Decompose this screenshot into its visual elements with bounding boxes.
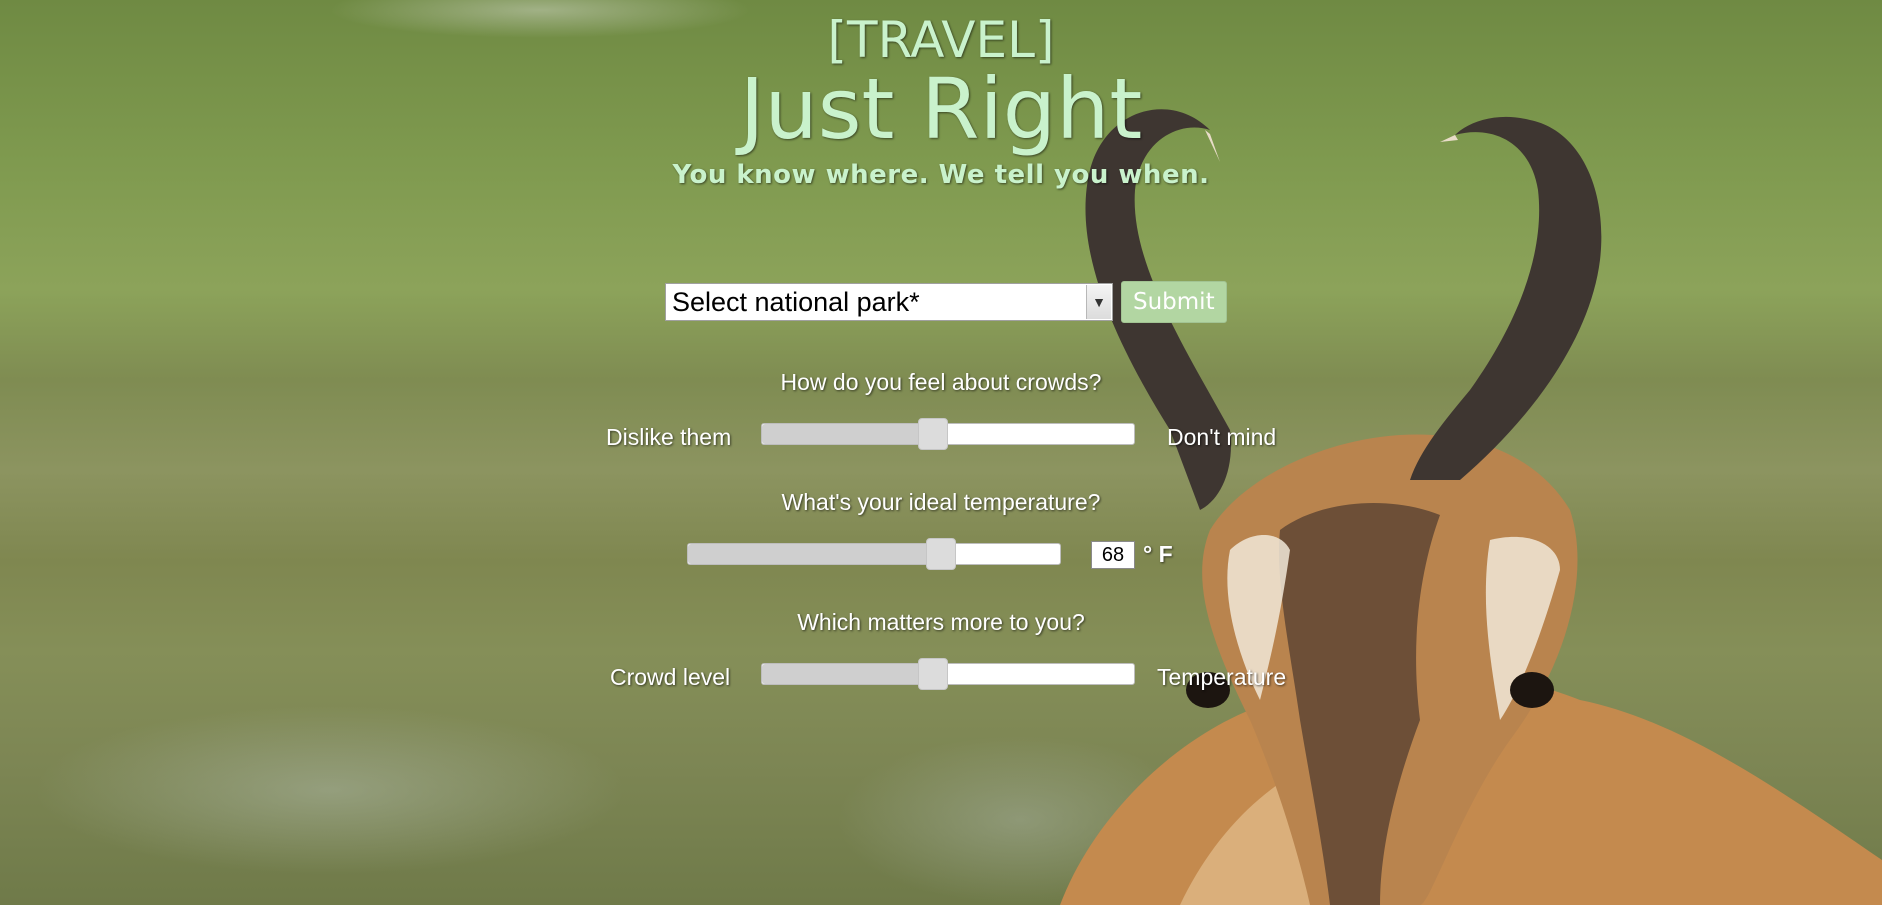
priority-right-label: Temperature bbox=[1157, 664, 1287, 690]
temperature-unit: ° F bbox=[1143, 541, 1173, 567]
temperature-slider-fill bbox=[688, 544, 941, 564]
site-title: Just Right bbox=[739, 60, 1143, 158]
priority-slider-fill bbox=[762, 664, 934, 684]
national-park-select-value: Select national park* bbox=[672, 287, 920, 317]
temperature-slider-thumb[interactable] bbox=[925, 538, 956, 570]
submit-button[interactable]: Submit bbox=[1121, 281, 1227, 323]
temperature-value-input[interactable]: 68 bbox=[1091, 541, 1135, 569]
chevron-down-icon[interactable]: ▼ bbox=[1086, 285, 1111, 319]
temperature-question: What's your ideal temperature? bbox=[781, 489, 1101, 515]
crowds-question: How do you feel about crowds? bbox=[780, 369, 1102, 395]
site-tagline: You know where. We tell you when. bbox=[672, 160, 1210, 190]
crowds-slider-thumb[interactable] bbox=[918, 418, 949, 450]
priority-question: Which matters more to you? bbox=[797, 609, 1085, 635]
site-header: [TRAVEL] Just Right You know where. We t… bbox=[0, 12, 1882, 190]
priority-slider-thumb[interactable] bbox=[918, 658, 949, 690]
priority-slider[interactable] bbox=[761, 658, 1135, 690]
crowds-right-label: Don't mind bbox=[1167, 424, 1277, 450]
national-park-select[interactable]: Select national park* ▼ bbox=[665, 283, 1113, 321]
crowds-left-label: Dislike them bbox=[606, 424, 732, 450]
temperature-slider[interactable] bbox=[687, 538, 1061, 570]
priority-left-label: Crowd level bbox=[610, 664, 731, 690]
crowds-slider-fill bbox=[762, 424, 934, 444]
crowds-slider[interactable] bbox=[761, 418, 1135, 450]
park-search-form: Select national park* ▼ Submit bbox=[665, 281, 1227, 323]
